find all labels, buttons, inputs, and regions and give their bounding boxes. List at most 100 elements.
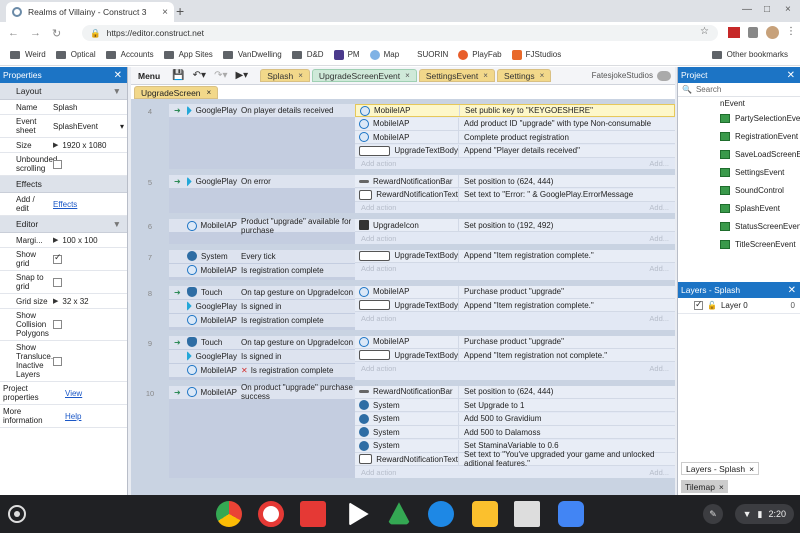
action[interactable]: System Set Upgrade to 1 xyxy=(355,399,675,412)
bookmark-link[interactable]: PM xyxy=(333,49,360,60)
account-label[interactable]: FatesjokeStudios xyxy=(592,70,671,81)
event-row[interactable]: 5 ➜ GooglePlay On error RewardNotificationBa… xyxy=(131,175,675,213)
event-row[interactable]: 6 MobileIAP Product "upgrade" available fo… xyxy=(131,217,675,244)
project-item[interactable]: SettingsEvent xyxy=(678,163,800,181)
add-action-button[interactable]: Add action Add... xyxy=(355,263,675,274)
maximize-icon[interactable]: □ xyxy=(764,4,770,15)
action[interactable]: RewardNotificationBar Set position to (62… xyxy=(355,385,675,399)
tab-tilemap[interactable]: Tilemap × xyxy=(681,480,728,493)
condition[interactable]: MobileIAP ✕ Is registration complete xyxy=(169,363,355,378)
bookmark-link[interactable]: PlayFab xyxy=(458,49,502,60)
action[interactable]: RewardNotificationText Set text to "Error… xyxy=(355,188,675,202)
minimize-icon[interactable]: — xyxy=(742,4,752,15)
size-field[interactable]: ▶ 1920 x 1080 xyxy=(50,138,127,152)
layout-section[interactable]: Layout ▼ xyxy=(0,83,127,100)
close-icon[interactable]: ✕ xyxy=(787,70,795,81)
effects-link[interactable]: Effects xyxy=(53,200,77,209)
tab-layers[interactable]: Layers - Splash × xyxy=(681,462,760,475)
docs-icon[interactable] xyxy=(428,501,454,527)
project-item[interactable]: SaveLoadScreenEvent xyxy=(678,145,800,163)
project-item[interactable]: SplashEvent xyxy=(678,199,800,217)
tab-settings[interactable]: Settings × xyxy=(496,69,552,82)
new-tab-icon[interactable]: + xyxy=(176,3,184,19)
bookmark-folder[interactable]: Accounts xyxy=(105,50,154,59)
profile-avatar[interactable] xyxy=(766,26,779,39)
tab-upgradescreenevent[interactable]: UpgradeScreenEvent × xyxy=(311,69,417,82)
close-tab-icon[interactable]: × xyxy=(540,71,545,80)
close-tab-icon[interactable]: × xyxy=(207,88,212,97)
play-store-icon[interactable] xyxy=(349,502,369,526)
bookmark-folder[interactable]: D&D xyxy=(291,50,324,59)
action[interactable]: System Add 500 to Gravidium xyxy=(355,412,675,426)
project-search[interactable]: 🔍 Search xyxy=(678,83,800,97)
action[interactable]: RewardNotificationText Set text to "You'v… xyxy=(355,450,675,468)
extension-icon[interactable] xyxy=(748,27,758,38)
collapse-icon[interactable]: ▼ xyxy=(113,219,121,229)
event-row[interactable]: 4 ➜ GooglePlay On player details received Mo… xyxy=(131,104,675,169)
bookmark-link[interactable]: SUORIN xyxy=(417,50,448,59)
condition[interactable]: System Every tick xyxy=(169,249,355,264)
close-window-icon[interactable]: × xyxy=(785,4,791,15)
close-icon[interactable]: ✕ xyxy=(114,70,122,81)
event-row[interactable]: 8 ➜ Touch On tap gesture on UpgradeIcon Goog… xyxy=(131,285,675,330)
event-sheet-select[interactable]: SplashEvent ▾ xyxy=(50,115,127,137)
expand-icon[interactable]: ▶ xyxy=(53,236,58,245)
expand-icon[interactable]: ▶ xyxy=(53,141,58,150)
view-link[interactable]: View xyxy=(65,389,82,398)
redo-icon[interactable]: ↷▾ xyxy=(214,70,227,81)
close-tab-icon[interactable]: × xyxy=(162,7,168,18)
play-icon[interactable]: ▶▾ xyxy=(235,70,248,81)
url-field[interactable]: 🔒 https://editor.construct.net xyxy=(82,25,718,41)
translucent-layers-checkbox[interactable] xyxy=(53,356,62,366)
event-row[interactable]: 10 ➜ MobileIAP On product "upgrade" purchas… xyxy=(131,383,675,478)
more-menu-icon[interactable]: ⋮ xyxy=(786,26,796,37)
action[interactable]: MobileIAP Add product ID "upgrade" with t… xyxy=(355,117,675,131)
action[interactable]: MobileIAP Purchase product "upgrade" xyxy=(355,285,675,299)
unbounded-scrolling-checkbox[interactable] xyxy=(53,159,62,169)
add-action-button[interactable]: Add action Add... xyxy=(355,158,675,169)
back-icon[interactable]: ← xyxy=(8,27,22,39)
other-bookmarks[interactable]: Other bookmarks xyxy=(711,50,788,59)
tab-settingsevent[interactable]: SettingsEvent × xyxy=(418,69,495,82)
editor-section[interactable]: Editor ▼ xyxy=(0,216,127,233)
keep-icon[interactable] xyxy=(472,501,498,527)
event-sheet[interactable]: 4 ➜ GooglePlay On player details received Mo… xyxy=(131,100,675,495)
condition[interactable]: ➜ GooglePlay On error xyxy=(169,175,355,189)
photos-icon[interactable] xyxy=(514,501,540,527)
condition[interactable]: ➜ GooglePlay On player details received xyxy=(169,104,355,118)
event-row[interactable]: 7 System Every tick MobileIAP Is registratio… xyxy=(131,249,675,280)
effects-section[interactable]: Effects xyxy=(0,176,127,193)
close-tab-icon[interactable]: × xyxy=(749,464,754,474)
action[interactable]: UpgradeTextBody Append "Item registration… xyxy=(355,299,675,312)
collision-polygons-checkbox[interactable] xyxy=(53,320,62,329)
bookmark-folder[interactable]: Optical xyxy=(55,50,96,59)
action[interactable]: UpgradeIcon Set position to (192, 492) xyxy=(355,219,675,232)
project-item[interactable]: TitleScreenEvent xyxy=(678,235,800,253)
launcher-icon[interactable] xyxy=(8,505,26,523)
layer-visible-checkbox[interactable] xyxy=(694,299,703,310)
bookmark-link[interactable]: FJStudios xyxy=(511,49,561,60)
condition[interactable]: ➜ MobileIAP On product "upgrade" purchase … xyxy=(169,383,355,401)
close-tab-icon[interactable]: × xyxy=(405,71,410,80)
bookmark-folder[interactable]: App Sites xyxy=(163,50,213,59)
close-tab-icon[interactable]: × xyxy=(298,71,303,80)
action[interactable]: MobileIAP Complete product registration xyxy=(355,131,675,144)
save-icon[interactable]: 💾 xyxy=(172,70,184,81)
expand-icon[interactable]: ▶ xyxy=(53,297,58,306)
condition[interactable]: ➜ Touch On tap gesture on UpgradeIcon xyxy=(169,335,355,350)
bookmark-link[interactable]: Map xyxy=(369,49,399,60)
bookmark-folder[interactable]: Weird xyxy=(10,50,46,59)
close-tab-icon[interactable]: × xyxy=(719,482,724,492)
files-icon[interactable] xyxy=(558,501,584,527)
action[interactable]: UpgradeTextBody Append "Item registration… xyxy=(355,249,675,263)
project-item[interactable]: nEvent xyxy=(678,97,800,109)
collapse-icon[interactable]: ▼ xyxy=(113,86,121,96)
close-tab-icon[interactable]: × xyxy=(483,71,488,80)
drive-icon[interactable] xyxy=(387,502,411,525)
action[interactable]: UpgradeTextBody Append "Player details re… xyxy=(355,144,675,158)
add-action-button[interactable]: Add action Add... xyxy=(355,313,675,324)
lock-icon[interactable]: 🔓 xyxy=(707,301,717,310)
project-item[interactable]: StatusScreenEvent xyxy=(678,217,800,235)
snap-to-grid-checkbox[interactable] xyxy=(53,277,62,287)
action[interactable]: System Add 500 to Dalamoss xyxy=(355,426,675,439)
